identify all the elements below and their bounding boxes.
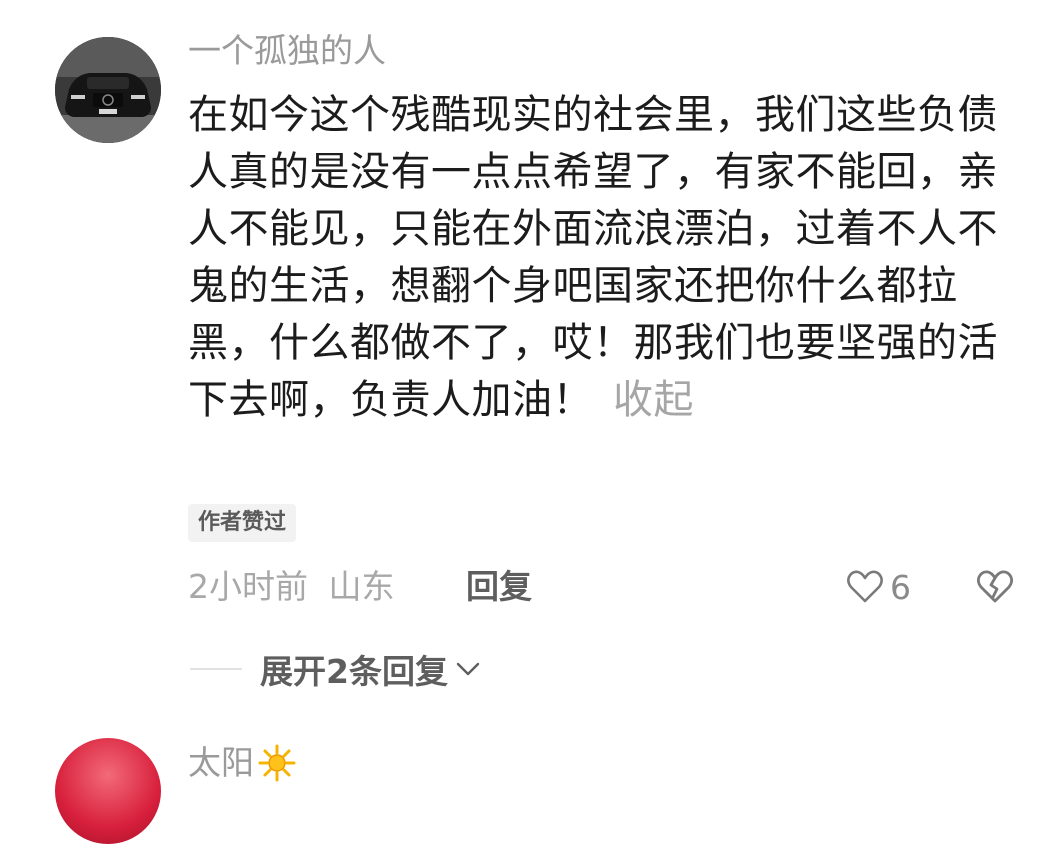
- heart-outline-icon: [847, 570, 883, 603]
- avatar[interactable]: [55, 738, 161, 844]
- expand-replies-label: 展开2条回复: [260, 652, 448, 691]
- like-button[interactable]: 6: [846, 566, 911, 608]
- comment-body: 在如今这个残酷现实的社会里，我们这些负债人真的是没有一点点希望了，有家不能回，亲…: [188, 92, 998, 423]
- comment-time: 2小时前: [188, 567, 308, 606]
- expand-divider: [190, 668, 242, 670]
- reply-button[interactable]: 回复: [466, 564, 532, 610]
- comment-username-text: 太阳: [188, 743, 254, 782]
- author-liked-badge: 作者赞过: [188, 504, 297, 542]
- broken-heart-icon: [976, 570, 1014, 603]
- comment-meta: 2小时前 山东: [188, 564, 395, 610]
- comment-username[interactable]: 太阳: [188, 740, 296, 786]
- like-count: 6: [890, 567, 911, 607]
- collapse-button[interactable]: 收起: [613, 377, 694, 423]
- chevron-down-icon: [456, 662, 480, 676]
- car-avatar-image: [55, 37, 161, 143]
- avatar[interactable]: [55, 37, 161, 143]
- dislike-button[interactable]: [975, 566, 1015, 606]
- expand-replies-button[interactable]: 展开2条回复: [190, 646, 480, 692]
- comment-username[interactable]: 一个孤独的人: [188, 28, 386, 74]
- sun-icon: [258, 744, 296, 782]
- comment-text: 在如今这个残酷现实的社会里，我们这些负债人真的是没有一点点希望了，有家不能回，亲…: [188, 87, 1018, 429]
- comment-location: 山东: [328, 567, 395, 606]
